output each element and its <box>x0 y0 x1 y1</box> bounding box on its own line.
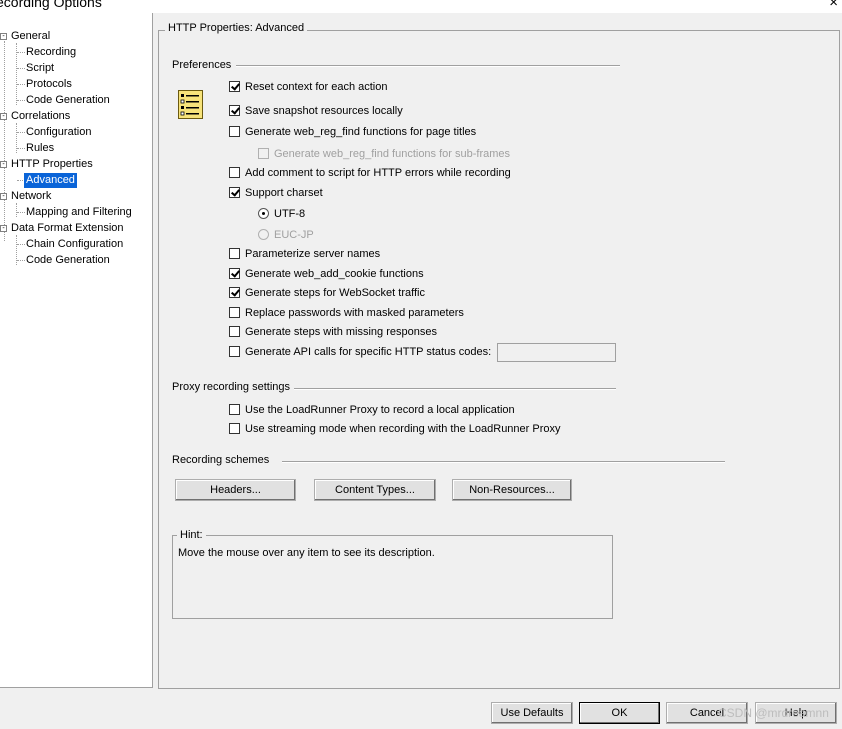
tree-item-network[interactable]: Network <box>11 189 51 204</box>
tree-item-correlations[interactable]: Correlations <box>11 109 70 124</box>
window-title: ecording Options <box>0 0 102 10</box>
tree-guide-line <box>17 244 25 245</box>
tree-item-http-properties[interactable]: HTTP Properties <box>11 157 93 172</box>
hint-text: Move the mouse over any item to see its … <box>178 547 435 559</box>
save-snapshot-checkbox[interactable] <box>229 105 240 116</box>
tree-item-script[interactable]: Script <box>26 61 54 76</box>
tree-item-code-generation-dfe[interactable]: Code Generation <box>26 253 110 268</box>
tree-item-code-generation[interactable]: Code Generation <box>26 93 110 108</box>
parameterize-servers-label: Parameterize server names <box>245 248 381 260</box>
status-codes-checkbox[interactable] <box>229 346 240 357</box>
status-codes-input[interactable] <box>497 343 616 362</box>
divider <box>236 65 620 67</box>
sub-frames-checkbox[interactable] <box>258 148 269 159</box>
tree-item-configuration[interactable]: Configuration <box>26 125 91 140</box>
support-charset-checkbox[interactable] <box>229 187 240 198</box>
streaming-mode-label: Use streaming mode when recording with t… <box>245 423 561 435</box>
reset-context-checkbox[interactable] <box>229 81 240 92</box>
tree-item-data-format-extension[interactable]: Data Format Extension <box>11 221 124 236</box>
tree-guide-line <box>17 84 25 85</box>
tree-guide-line <box>17 180 23 181</box>
tree-guide-line <box>17 260 25 261</box>
preferences-heading: Preferences <box>172 59 232 71</box>
reset-context-label: Reset context for each action <box>245 81 388 93</box>
title-bar: ecording Options × <box>0 0 842 13</box>
euc-jp-radio[interactable] <box>258 229 269 240</box>
hint-heading: Hint: <box>177 529 206 541</box>
proxy-heading: Proxy recording settings <box>172 381 290 393</box>
tree-item-chain-configuration[interactable]: Chain Configuration <box>26 237 123 252</box>
mask-passwords-checkbox[interactable] <box>229 307 240 318</box>
schemes-heading: Recording schemes <box>172 454 270 466</box>
collapse-icon[interactable]: - <box>0 193 7 200</box>
loadrunner-proxy-checkbox[interactable] <box>229 404 240 415</box>
websocket-checkbox[interactable] <box>229 287 240 298</box>
save-snapshot-label: Save snapshot resources locally <box>245 105 403 117</box>
add-cookie-label: Generate web_add_cookie functions <box>245 268 424 280</box>
collapse-icon[interactable]: - <box>0 33 7 40</box>
content-types-button[interactable]: Content Types... <box>314 479 436 501</box>
loadrunner-proxy-label: Use the LoadRunner Proxy to record a loc… <box>245 404 515 416</box>
tree-guide-line <box>16 203 17 217</box>
tree-guide-line <box>17 100 25 101</box>
headers-button[interactable]: Headers... <box>175 479 296 501</box>
utf8-radio[interactable] <box>258 208 269 219</box>
tree-guide-line <box>17 212 25 213</box>
missing-responses-label: Generate steps with missing responses <box>245 326 437 338</box>
collapse-icon[interactable]: - <box>0 161 7 168</box>
tree-item-advanced[interactable]: Advanced <box>24 173 77 188</box>
http-errors-comment-label: Add comment to script for HTTP errors wh… <box>245 167 511 179</box>
use-defaults-button[interactable]: Use Defaults <box>491 702 573 724</box>
options-tree: - General Recording Script Protocols Cod… <box>0 13 153 688</box>
mask-passwords-label: Replace passwords with masked parameters <box>245 307 464 319</box>
collapse-icon[interactable]: - <box>0 225 7 232</box>
tree-guide-line <box>17 132 25 133</box>
page-titles-checkbox[interactable] <box>229 126 240 137</box>
websocket-label: Generate steps for WebSocket traffic <box>245 287 425 299</box>
divider <box>282 461 725 463</box>
tree-item-rules[interactable]: Rules <box>26 141 54 156</box>
http-errors-comment-checkbox[interactable] <box>229 167 240 178</box>
page-title: HTTP Properties: Advanced <box>165 22 308 34</box>
tree-item-general[interactable]: General <box>11 29 50 44</box>
status-codes-label: Generate API calls for specific HTTP sta… <box>245 346 492 358</box>
divider <box>294 388 616 390</box>
watermark: CSDN @mrdreamnn <box>718 706 829 720</box>
collapse-icon[interactable]: - <box>0 113 7 120</box>
non-resources-button[interactable]: Non-Resources... <box>452 479 572 501</box>
page-titles-label: Generate web_reg_find functions for page… <box>245 126 477 138</box>
tree-guide-line <box>17 148 25 149</box>
tree-item-protocols[interactable]: Protocols <box>26 77 72 92</box>
tree-guide-line <box>17 52 25 53</box>
settings-list-icon <box>178 90 203 119</box>
streaming-mode-checkbox[interactable] <box>229 423 240 434</box>
utf8-label: UTF-8 <box>274 208 306 220</box>
tree-item-recording[interactable]: Recording <box>26 45 76 60</box>
euc-jp-label: EUC-JP <box>274 229 314 241</box>
add-cookie-checkbox[interactable] <box>229 268 240 279</box>
tree-guide-line <box>4 41 5 241</box>
missing-responses-checkbox[interactable] <box>229 326 240 337</box>
tree-item-mapping-and-filtering[interactable]: Mapping and Filtering <box>26 205 132 220</box>
tree-guide-line <box>17 68 25 69</box>
sub-frames-label: Generate web_reg_find functions for sub-… <box>274 148 511 160</box>
support-charset-label: Support charset <box>245 187 323 199</box>
ok-button[interactable]: OK <box>579 702 660 724</box>
parameterize-servers-checkbox[interactable] <box>229 248 240 259</box>
close-icon[interactable]: × <box>829 0 838 11</box>
